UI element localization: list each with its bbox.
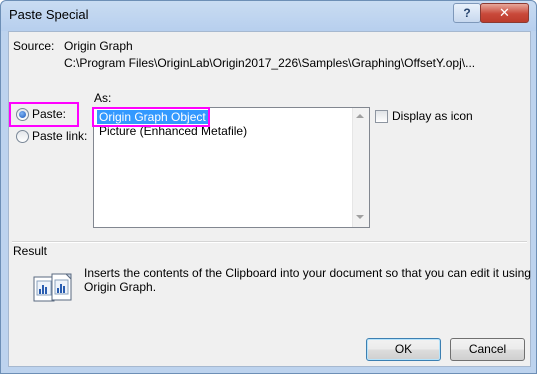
paste-special-window: Paste Special ? ✕ Source: Origin Graph C… [0, 0, 537, 374]
paste-link-radio-label: Paste link: [32, 129, 88, 143]
as-label: As: [94, 91, 112, 105]
source-path: C:\Program Files\OriginLab\Origin2017_22… [64, 56, 476, 70]
result-paste-icon [33, 272, 73, 304]
scroll-down-icon[interactable] [356, 215, 364, 219]
close-button[interactable]: ✕ [480, 3, 529, 23]
display-as-icon-label: Display as icon [392, 109, 473, 123]
result-separator [12, 241, 527, 243]
result-label: Result [13, 244, 48, 258]
as-selection-highlight-box [92, 107, 210, 127]
cancel-button[interactable]: Cancel [450, 338, 525, 361]
dialog-title: Paste Special [9, 7, 89, 22]
display-as-icon-checkbox[interactable] [375, 110, 388, 123]
source-name: Origin Graph [64, 39, 133, 53]
display-as-icon-option[interactable]: Display as icon [375, 109, 505, 125]
paste-link-radio-option[interactable]: Paste link: [9, 127, 89, 147]
scroll-up-icon[interactable] [356, 114, 364, 118]
clipboard-chart-icon [33, 273, 72, 302]
help-button[interactable]: ? [453, 3, 481, 23]
result-description-line1: Inserts the contents of the Clipboard in… [84, 266, 531, 280]
paste-highlight-box [9, 102, 79, 127]
title-bar[interactable]: Paste Special ? ✕ [1, 1, 536, 31]
ok-button[interactable]: OK [366, 338, 441, 361]
source-label: Source: [13, 39, 55, 53]
dialog-body: Source: Origin Graph C:\Program Files\Or… [8, 31, 531, 367]
result-description-line2: Origin Graph. [84, 280, 157, 294]
paste-link-radio[interactable] [16, 130, 29, 143]
listbox-scrollbar[interactable] [352, 108, 369, 227]
